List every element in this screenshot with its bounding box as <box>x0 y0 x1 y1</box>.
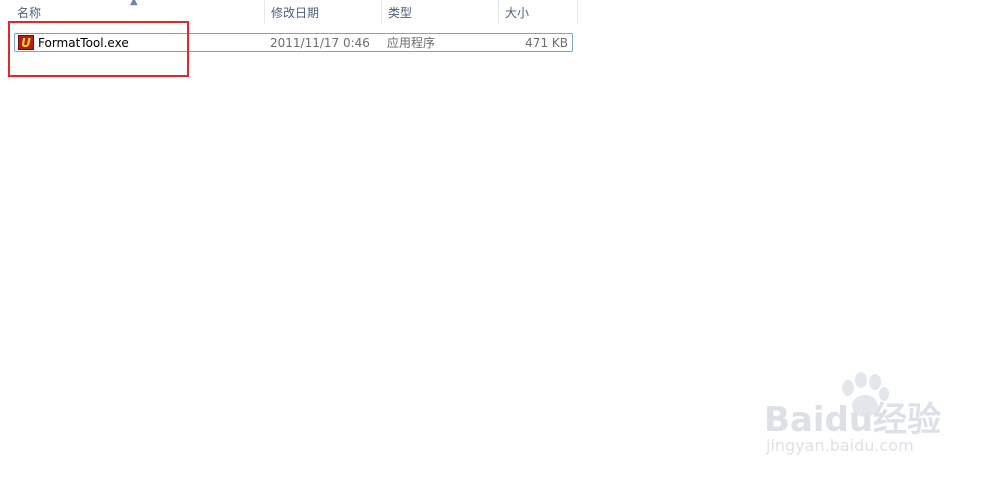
file-name: FormatTool.exe <box>38 35 129 50</box>
column-header-date-modified[interactable]: 修改日期 <box>265 0 382 24</box>
file-explorer: ▲ 名称 修改日期 类型 大小 U FormatTool.exe 2011/11… <box>0 0 1000 482</box>
column-header-row: ▲ 名称 修改日期 类型 大小 <box>0 0 578 24</box>
file-type: 应用程序 <box>387 36 436 50</box>
watermark-url: jingyan.baidu.com <box>766 436 914 455</box>
column-header-date-label: 修改日期 <box>271 6 320 20</box>
column-header-type[interactable]: 类型 <box>382 0 499 24</box>
file-size: 471 KB <box>525 35 568 50</box>
column-header-size-label: 大小 <box>505 6 530 20</box>
watermark-logo-text: Baidu经验 <box>764 400 942 440</box>
sort-ascending-icon: ▲ <box>130 0 138 7</box>
app-exe-icon: U <box>18 35 34 50</box>
paw-icon <box>842 372 889 417</box>
file-row[interactable]: U FormatTool.exe 2011/11/17 0:46 应用程序 47… <box>14 33 573 52</box>
column-header-name-label: 名称 <box>17 6 42 20</box>
baidu-jingyan-watermark: Baidu经验 jingyan.baidu.com <box>764 372 984 472</box>
file-date-modified: 2011/11/17 0:46 <box>270 35 370 50</box>
column-header-size[interactable]: 大小 <box>499 0 578 24</box>
column-header-type-label: 类型 <box>388 6 413 20</box>
column-header-name[interactable]: ▲ 名称 <box>0 0 265 24</box>
